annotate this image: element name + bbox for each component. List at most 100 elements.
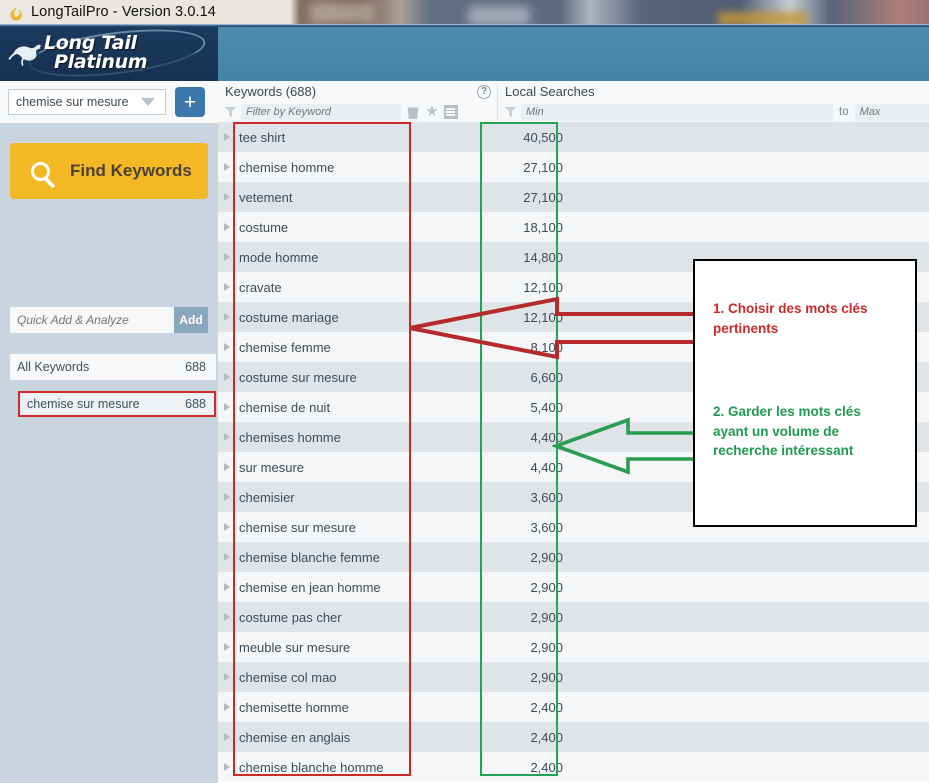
chevron-right-icon <box>224 703 230 711</box>
chevron-right-icon <box>224 253 230 261</box>
chevron-right-icon <box>224 433 230 441</box>
row-expand-toggle[interactable] <box>218 433 236 441</box>
find-keywords-button[interactable]: Find Keywords <box>10 143 208 199</box>
table-row[interactable]: chemise en anglais 2,400 <box>218 722 929 752</box>
row-expand-toggle[interactable] <box>218 253 236 261</box>
row-expand-toggle[interactable] <box>218 163 236 171</box>
chevron-right-icon <box>224 223 230 231</box>
trash-icon[interactable] <box>407 107 419 119</box>
question-circle-icon[interactable]: ? <box>477 85 491 99</box>
table-row[interactable]: chemise homme 27,100 <box>218 152 929 182</box>
logo-line-2: Platinum <box>54 50 148 73</box>
local-searches-max-input[interactable] <box>854 103 929 121</box>
cell-local-searches: 2,900 <box>530 669 563 685</box>
row-expand-toggle[interactable] <box>218 343 236 351</box>
row-expand-toggle[interactable] <box>218 553 236 561</box>
row-expand-toggle[interactable] <box>218 583 236 591</box>
chevron-right-icon <box>224 403 230 411</box>
row-expand-toggle[interactable] <box>218 133 236 141</box>
table-row[interactable]: chemisier 3,600 <box>218 482 929 512</box>
table-row[interactable]: chemise col mao 2,900 <box>218 662 929 692</box>
table-row[interactable]: chemise sur mesure 3,600 <box>218 512 929 542</box>
cell-local-searches: 3,600 <box>530 489 563 505</box>
project-select[interactable]: chemise sur mesure <box>8 89 166 115</box>
filter-funnel-icon-local[interactable] <box>504 106 517 118</box>
keywords-column-title: Keywords (688) <box>225 84 317 99</box>
local-searches-min-input[interactable] <box>521 103 833 121</box>
wallpaper-blur-b <box>468 6 530 26</box>
table-row[interactable]: tee shirt 40,500 <box>218 122 929 152</box>
keyword-filter-input[interactable] <box>241 103 401 121</box>
row-expand-toggle[interactable] <box>218 193 236 201</box>
chevron-down-icon <box>141 98 155 106</box>
chevron-right-icon <box>224 583 230 591</box>
table-row[interactable]: chemise femme 8,100 <box>218 332 929 362</box>
cell-local-searches: 6,600 <box>530 369 563 385</box>
row-expand-toggle[interactable] <box>218 733 236 741</box>
table-row[interactable]: chemise en jean homme 2,900 <box>218 572 929 602</box>
table-row[interactable]: chemise blanche homme 2,400 <box>218 752 929 782</box>
add-project-button[interactable]: + <box>175 87 205 117</box>
cell-local-searches: 2,400 <box>530 729 563 745</box>
sidebar-top-bar: chemise sur mesure + <box>0 81 218 123</box>
keyword-group-count: 688 <box>185 397 206 411</box>
table-row[interactable]: mode homme 14,800 <box>218 242 929 272</box>
cell-local-searches: 12,100 <box>523 309 563 325</box>
sidebar: chemise sur mesure + Find Keywords Add A… <box>0 81 218 783</box>
filter-funnel-icon[interactable] <box>224 106 237 118</box>
app-window: LongTailPro - Version 3.0.14 Long Tail P… <box>0 0 929 783</box>
keywords-filter-row: ★ <box>218 102 458 122</box>
row-expand-toggle[interactable] <box>218 613 236 621</box>
table-row[interactable]: chemise de nuit 5,400 <box>218 392 929 422</box>
cell-local-searches: 2,400 <box>530 759 563 775</box>
local-searches-column-title: Local Searches <box>505 84 595 99</box>
cell-keyword: chemise blanche homme <box>239 759 384 775</box>
cell-keyword: sur mesure <box>239 459 305 475</box>
cell-local-searches: 4,400 <box>530 459 563 475</box>
table-row[interactable]: chemisette homme 2,400 <box>218 692 929 722</box>
cell-local-searches: 2,400 <box>530 699 563 715</box>
row-expand-toggle[interactable] <box>218 493 236 501</box>
table-row[interactable]: cravate 12,100 <box>218 272 929 302</box>
sidebar-item-all-keywords[interactable]: All Keywords 688 <box>10 354 216 380</box>
cell-local-searches: 2,900 <box>530 549 563 565</box>
row-expand-toggle[interactable] <box>218 283 236 291</box>
row-expand-toggle[interactable] <box>218 523 236 531</box>
table-row[interactable]: costume mariage 12,100 <box>218 302 929 332</box>
table-row[interactable]: sur mesure 4,400 <box>218 452 929 482</box>
cell-keyword: tee shirt <box>239 129 286 145</box>
row-expand-toggle[interactable] <box>218 703 236 711</box>
table-row[interactable]: meuble sur mesure 2,900 <box>218 632 929 662</box>
row-expand-toggle[interactable] <box>218 643 236 651</box>
cell-keyword: chemise de nuit <box>239 399 331 415</box>
all-keywords-label: All Keywords <box>17 360 90 374</box>
sidebar-item-chemise-sur-mesure[interactable]: chemise sur mesure 688 <box>18 391 216 417</box>
quick-add-input[interactable] <box>10 307 174 333</box>
table-row[interactable]: costume sur mesure 6,600 <box>218 362 929 392</box>
row-expand-toggle[interactable] <box>218 313 236 321</box>
quick-add-button[interactable]: Add <box>174 307 208 333</box>
cell-local-searches: 27,100 <box>523 159 563 175</box>
table-row[interactable]: costume 18,100 <box>218 212 929 242</box>
row-expand-toggle[interactable] <box>218 463 236 471</box>
cell-keyword: meuble sur mesure <box>239 639 351 655</box>
star-icon[interactable]: ★ <box>425 104 439 119</box>
cell-keyword: chemise sur mesure <box>239 519 357 535</box>
row-expand-toggle[interactable] <box>218 403 236 411</box>
table-row[interactable]: vetement 27,100 <box>218 182 929 212</box>
row-expand-toggle[interactable] <box>218 223 236 231</box>
table-row[interactable]: costume pas cher 2,900 <box>218 602 929 632</box>
row-expand-toggle[interactable] <box>218 673 236 681</box>
row-expand-toggle[interactable] <box>218 373 236 381</box>
chevron-right-icon <box>224 193 230 201</box>
cell-keyword: costume <box>239 219 289 235</box>
table-row[interactable]: chemise blanche femme 2,900 <box>218 542 929 572</box>
row-expand-toggle[interactable] <box>218 763 236 771</box>
cell-keyword: cravate <box>239 279 282 295</box>
note-icon[interactable] <box>444 105 458 119</box>
cell-keyword: chemise femme <box>239 339 331 355</box>
logo-text: Long Tail Platinum <box>44 34 148 73</box>
cell-keyword: chemise en jean homme <box>239 579 381 595</box>
table-row[interactable]: chemises homme 4,400 <box>218 422 929 452</box>
cell-local-searches: 27,100 <box>523 189 563 205</box>
